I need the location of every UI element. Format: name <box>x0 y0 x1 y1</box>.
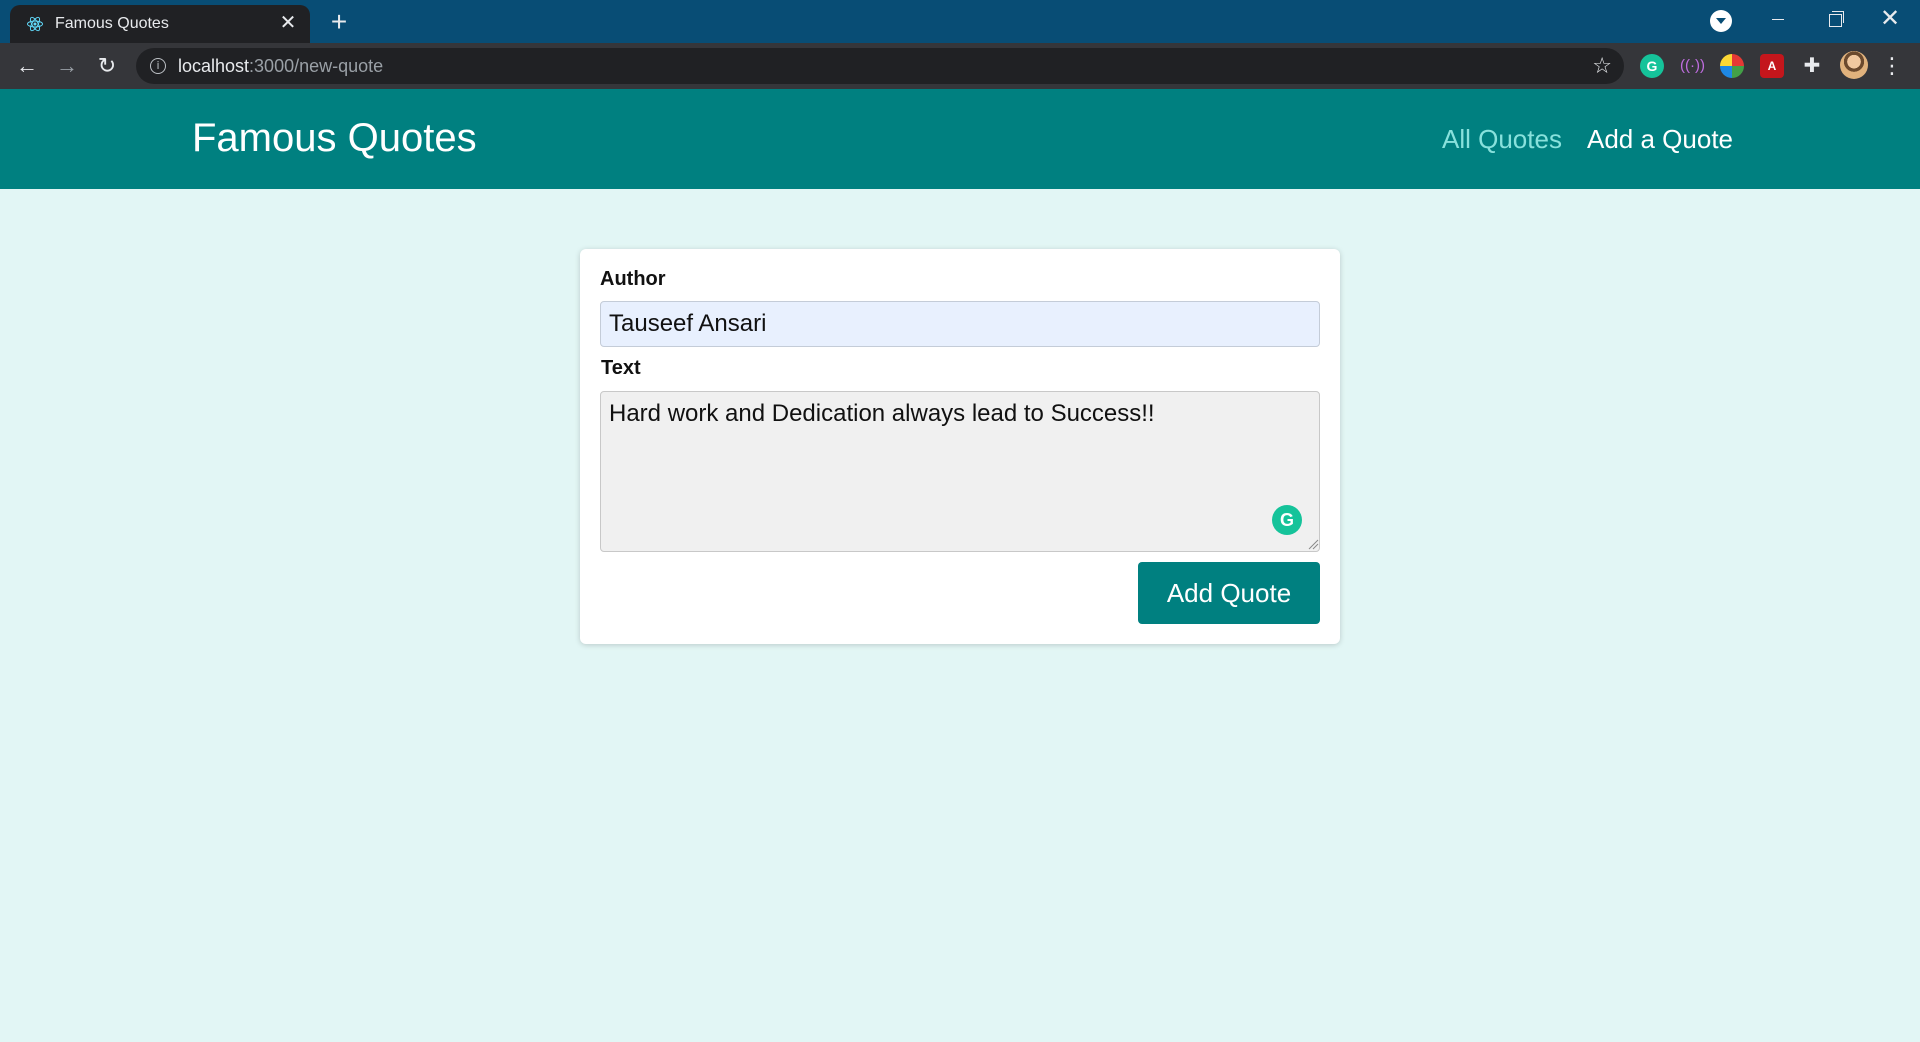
browser-tabstrip: Famous Quotes ✕ + ✕ <box>0 0 1920 43</box>
browser-toolbar: ← → ↻ i localhost:3000/new-quote ☆ G ((·… <box>0 43 1920 89</box>
site-info-icon[interactable]: i <box>150 58 166 74</box>
add-quote-button[interactable]: Add Quote <box>1138 562 1320 624</box>
extensions-puzzle-icon[interactable]: ✚ <box>1800 54 1824 78</box>
browser-menu-icon[interactable]: ⋮ <box>1880 51 1904 81</box>
pdf-icon[interactable]: A <box>1760 54 1784 78</box>
grammarly-icon[interactable]: G <box>1272 505 1302 535</box>
new-tab-button[interactable]: + <box>324 7 354 37</box>
brand-title: Famous Quotes <box>192 116 477 160</box>
react-icon <box>27 16 43 32</box>
wave-icon[interactable]: ((·)) <box>1680 54 1705 78</box>
nav-add-quote[interactable]: Add a Quote <box>1587 124 1733 155</box>
forward-icon[interactable]: → <box>51 50 83 82</box>
browser-tab[interactable]: Famous Quotes ✕ <box>10 5 310 43</box>
author-input[interactable] <box>600 301 1320 347</box>
author-label: Author <box>600 268 666 290</box>
url-path: :3000/new-quote <box>249 56 384 76</box>
tab-close-icon[interactable]: ✕ <box>276 11 300 35</box>
resize-handle-icon[interactable] <box>1307 538 1319 550</box>
app-header: Famous Quotes All Quotes Add a Quote <box>0 89 1920 189</box>
quote-text-input[interactable]: Hard work and Dedication always lead to … <box>600 391 1320 552</box>
back-icon[interactable]: ← <box>11 50 43 82</box>
bookmark-star-icon[interactable]: ☆ <box>1592 53 1612 79</box>
close-window-button[interactable]: ✕ <box>1862 0 1918 40</box>
restore-button[interactable] <box>1806 0 1862 40</box>
profile-avatar[interactable] <box>1840 51 1868 79</box>
grammarly-icon[interactable]: G <box>1640 54 1664 78</box>
url-text[interactable]: localhost:3000/new-quote <box>178 56 383 77</box>
url-host: localhost <box>178 56 250 76</box>
tab-title: Famous Quotes <box>55 15 169 32</box>
text-label: Text <box>601 357 641 379</box>
nav-all-quotes[interactable]: All Quotes <box>1442 124 1562 155</box>
colorzilla-icon[interactable] <box>1720 54 1744 78</box>
reload-icon[interactable]: ↻ <box>91 50 123 82</box>
address-bar[interactable]: i localhost:3000/new-quote ☆ <box>136 48 1624 84</box>
tab-search-icon[interactable] <box>1710 10 1732 32</box>
minimize-button[interactable] <box>1750 0 1806 40</box>
quote-form-card: Author Text Hard work and Dedication alw… <box>580 249 1340 644</box>
